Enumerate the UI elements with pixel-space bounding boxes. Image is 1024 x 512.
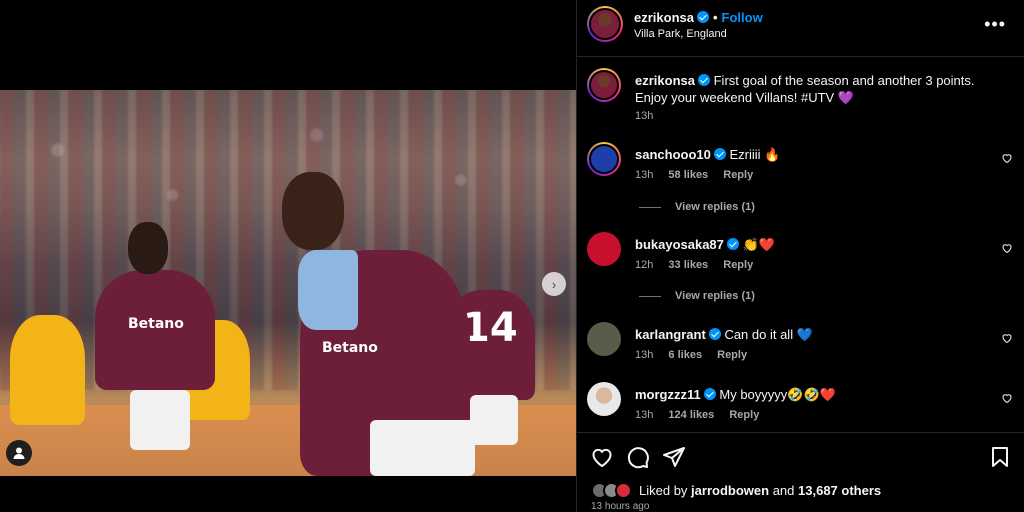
post-timestamp[interactable]: 13 hours ago xyxy=(591,501,649,512)
comment-likes[interactable]: 6 likes xyxy=(668,349,702,361)
separator-dot: • xyxy=(712,10,718,25)
user-icon xyxy=(13,447,25,459)
comment-avatar[interactable] xyxy=(587,322,621,356)
liked-by-user[interactable]: jarrodbowen xyxy=(691,483,769,498)
tagged-users-button[interactable] xyxy=(6,440,32,466)
follow-button[interactable]: Follow xyxy=(722,10,763,25)
liker-avatar[interactable] xyxy=(615,482,632,499)
comment-username[interactable]: morgzzz11 xyxy=(635,387,701,402)
caption-meta: 13h xyxy=(635,110,665,122)
teammate-14-shorts xyxy=(470,395,518,445)
author-username[interactable]: ezrikonsa xyxy=(634,10,694,25)
next-media-button[interactable]: › xyxy=(542,272,566,296)
comment-username[interactable]: karlangrant xyxy=(635,327,706,342)
more-options-icon[interactable]: ••• xyxy=(984,14,1006,35)
verified-badge-icon xyxy=(697,74,710,86)
verified-badge-icon xyxy=(703,388,716,400)
comment-avatar[interactable] xyxy=(587,232,621,266)
heart-icon[interactable] xyxy=(1001,332,1013,344)
view-replies-button[interactable]: View replies (1) xyxy=(639,290,755,302)
post-detail-panel: ezrikonsa • Follow Villa Park, England •••… xyxy=(576,0,1024,512)
verified-badge-icon xyxy=(726,238,739,250)
main-player-head xyxy=(282,172,344,250)
verified-badge-icon xyxy=(696,11,709,23)
liked-by-middle: and xyxy=(772,483,795,498)
post-photo[interactable]: Betano 14 Betano xyxy=(0,90,576,476)
main-player-sleeve xyxy=(298,250,358,330)
caption-time[interactable]: 13h xyxy=(635,110,653,122)
location-link[interactable]: Villa Park, England xyxy=(634,28,727,40)
reply-button[interactable]: Reply xyxy=(723,169,753,181)
teammate-head xyxy=(128,222,168,274)
comment-text: Ezriiii 🔥 xyxy=(729,147,781,162)
comment-time[interactable]: 13h xyxy=(635,169,653,181)
likes-count[interactable]: 13,687 others xyxy=(798,483,881,498)
reply-button[interactable]: Reply xyxy=(723,259,753,271)
comment-icon[interactable] xyxy=(626,445,650,469)
bookmark-icon[interactable] xyxy=(988,445,1012,469)
comment-likes[interactable]: 58 likes xyxy=(668,169,708,181)
teammate-shorts xyxy=(130,390,190,450)
comment-avatar[interactable] xyxy=(587,142,621,176)
verified-badge-icon xyxy=(708,328,721,340)
comment-likes[interactable]: 124 likes xyxy=(668,409,714,421)
comment-time[interactable]: 13h xyxy=(635,409,653,421)
like-heart-icon[interactable] xyxy=(590,445,614,469)
reply-button[interactable]: Reply xyxy=(717,349,747,361)
caption-body: ezrikonsa First goal of the season and a… xyxy=(635,72,985,106)
comment-username[interactable]: sanchooo10 xyxy=(635,147,711,162)
heart-icon[interactable] xyxy=(1001,392,1013,404)
comment-text: My boyyyyy🤣🤣❤️ xyxy=(719,387,836,402)
verified-badge-icon xyxy=(713,148,726,160)
reply-button[interactable]: Reply xyxy=(729,409,759,421)
comment-time[interactable]: 12h xyxy=(635,259,653,271)
liked-by-prefix: Liked by xyxy=(639,483,688,498)
view-replies-button[interactable]: View replies (1) xyxy=(639,201,755,213)
heart-icon[interactable] xyxy=(1001,152,1013,164)
comment-time[interactable]: 13h xyxy=(635,349,653,361)
post-actions-bar: Liked by jarrodbowen and 13,687 others xyxy=(577,432,1024,512)
liked-by-summary: Liked by jarrodbowen and 13,687 others xyxy=(591,482,881,499)
heart-icon[interactable] xyxy=(1001,242,1013,254)
comment-text: 👏❤️ xyxy=(742,237,775,252)
comment-username[interactable]: bukayosaka87 xyxy=(635,237,724,252)
comment-text: Can do it all 💙 xyxy=(724,327,813,342)
caption-username[interactable]: ezrikonsa xyxy=(635,73,695,88)
media-column: Betano 14 Betano › xyxy=(0,0,576,512)
author-avatar[interactable] xyxy=(587,6,623,42)
comment-likes[interactable]: 33 likes xyxy=(668,259,708,271)
caption-avatar[interactable] xyxy=(587,68,621,102)
sponsor-text-left: Betano xyxy=(128,316,184,332)
main-player-shorts xyxy=(370,420,475,476)
share-icon[interactable] xyxy=(662,445,686,469)
sponsor-text-main: Betano xyxy=(322,340,378,356)
opponent-player-left xyxy=(10,315,85,425)
comment-avatar[interactable] xyxy=(587,382,621,416)
post-header: ezrikonsa • Follow Villa Park, England ••• xyxy=(577,0,1024,57)
chevron-right-icon: › xyxy=(551,276,557,292)
shirt-number: 14 xyxy=(462,305,518,351)
